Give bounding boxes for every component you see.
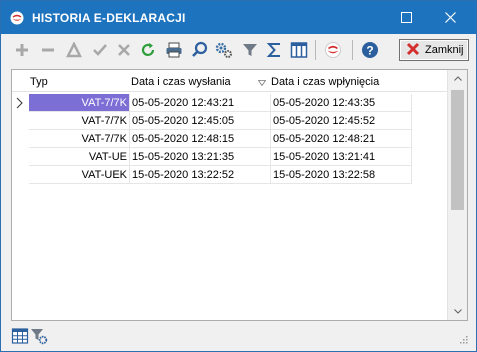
column-gridline	[270, 112, 271, 130]
column-gridline	[411, 148, 412, 166]
search-icon[interactable]	[190, 40, 210, 60]
column-gridline	[411, 130, 412, 148]
cell-typ[interactable]: VAT-UE	[29, 148, 129, 166]
minus-icon[interactable]	[38, 40, 58, 60]
row-gridline	[29, 183, 412, 184]
maximize-button[interactable]	[387, 1, 425, 34]
column-gridline	[129, 94, 130, 112]
window-close-button[interactable]	[431, 1, 469, 34]
svg-text:?: ?	[366, 44, 373, 58]
plus-icon[interactable]	[12, 40, 32, 60]
column-header-typ[interactable]: Typ	[30, 76, 48, 88]
cell-data-wplyniecia[interactable]: 15-05-2020 13:22:58	[273, 166, 411, 184]
cell-data-wplyniecia[interactable]: 15-05-2020 13:21:41	[273, 148, 411, 166]
column-gridline	[270, 94, 271, 112]
filter-icon[interactable]	[240, 40, 260, 60]
cell-data-wplyniecia[interactable]: 05-05-2020 12:45:52	[273, 112, 411, 130]
table-row[interactable]: VAT-7/7K 05-05-2020 12:43:21 05-05-2020 …	[12, 94, 412, 112]
cell-data-wyslania[interactable]: 15-05-2020 13:22:52	[132, 166, 272, 184]
vertical-scrollbar[interactable]	[447, 70, 467, 320]
column-gridline	[129, 112, 130, 130]
scroll-down-button[interactable]	[448, 303, 467, 320]
columns-icon[interactable]	[289, 40, 309, 60]
scrollbar-thumb[interactable]	[451, 90, 464, 210]
gears-icon[interactable]	[214, 40, 234, 60]
check-icon[interactable]	[90, 40, 110, 60]
help-icon[interactable]: ?	[360, 40, 380, 60]
triangle-icon[interactable]	[64, 40, 84, 60]
window-title: HISTORIA E-DEKLARACJI	[32, 11, 186, 25]
history-grid: Typ Data i czas wysłania Data i czas wpł…	[11, 69, 468, 321]
cell-typ[interactable]: VAT-7/7K	[29, 94, 129, 112]
column-gridline	[270, 148, 271, 166]
column-gridline	[411, 112, 412, 130]
close-x-icon	[406, 42, 420, 59]
cell-data-wyslania[interactable]: 05-05-2020 12:45:05	[132, 112, 272, 130]
column-gridline	[129, 130, 130, 148]
table-row[interactable]: VAT-UE 15-05-2020 13:21:35 15-05-2020 13…	[12, 148, 412, 166]
cell-typ[interactable]: VAT-7/7K	[29, 112, 129, 130]
app-logo-icon	[10, 11, 24, 25]
refresh-icon[interactable]	[138, 40, 158, 60]
column-gridline	[129, 148, 130, 166]
sigma-icon[interactable]	[264, 40, 284, 60]
column-gridline	[411, 94, 412, 112]
cell-data-wyslania[interactable]: 05-05-2020 12:43:21	[132, 94, 272, 112]
table-row[interactable]: VAT-UEK 15-05-2020 13:22:52 15-05-2020 1…	[12, 166, 412, 184]
grid-header: Typ Data i czas wysłania Data i czas wpł…	[12, 70, 447, 92]
status-bar	[1, 323, 476, 351]
toolbar-separator	[315, 40, 316, 60]
cell-typ[interactable]: VAT-UEK	[29, 166, 129, 184]
table-row[interactable]: VAT-7/7K 05-05-2020 12:45:05 05-05-2020 …	[12, 112, 412, 130]
filter-settings-icon[interactable]	[30, 327, 48, 345]
zamknij-button[interactable]: Zamknij	[399, 39, 469, 61]
cell-data-wyslania[interactable]: 05-05-2020 12:48:15	[132, 130, 272, 148]
zamknij-label: Zamknij	[425, 44, 464, 56]
column-gridline	[270, 130, 271, 148]
column-gridline	[411, 166, 412, 184]
sort-indicator-icon	[257, 77, 267, 89]
cell-data-wyslania[interactable]: 15-05-2020 13:21:35	[132, 148, 272, 166]
history-window: HISTORIA E-DEKLARACJI ? Zamknij Typ Data…	[0, 0, 477, 352]
edeklaracje-icon[interactable]	[323, 40, 343, 60]
resize-grip-icon[interactable]	[459, 335, 469, 345]
cell-data-wplyniecia[interactable]: 05-05-2020 12:43:35	[273, 94, 411, 112]
scroll-up-button[interactable]	[448, 70, 467, 87]
table-row[interactable]: VAT-7/7K 05-05-2020 12:48:15 05-05-2020 …	[12, 130, 412, 148]
toolbar-separator	[352, 40, 353, 60]
column-gridline	[270, 166, 271, 184]
grid-view-icon[interactable]	[11, 327, 29, 345]
column-header-data-wyslania[interactable]: Data i czas wysłania	[131, 76, 231, 88]
printer-icon[interactable]	[164, 40, 184, 60]
x-icon[interactable]	[114, 40, 134, 60]
column-header-data-wplyniecia[interactable]: Data i czas wpłynięcia	[271, 76, 379, 88]
title-bar[interactable]: HISTORIA E-DEKLARACJI	[1, 1, 476, 34]
row-indicator-icon	[15, 97, 25, 109]
cell-typ[interactable]: VAT-7/7K	[29, 130, 129, 148]
column-gridline	[129, 166, 130, 184]
cell-data-wplyniecia[interactable]: 05-05-2020 12:48:21	[273, 130, 411, 148]
